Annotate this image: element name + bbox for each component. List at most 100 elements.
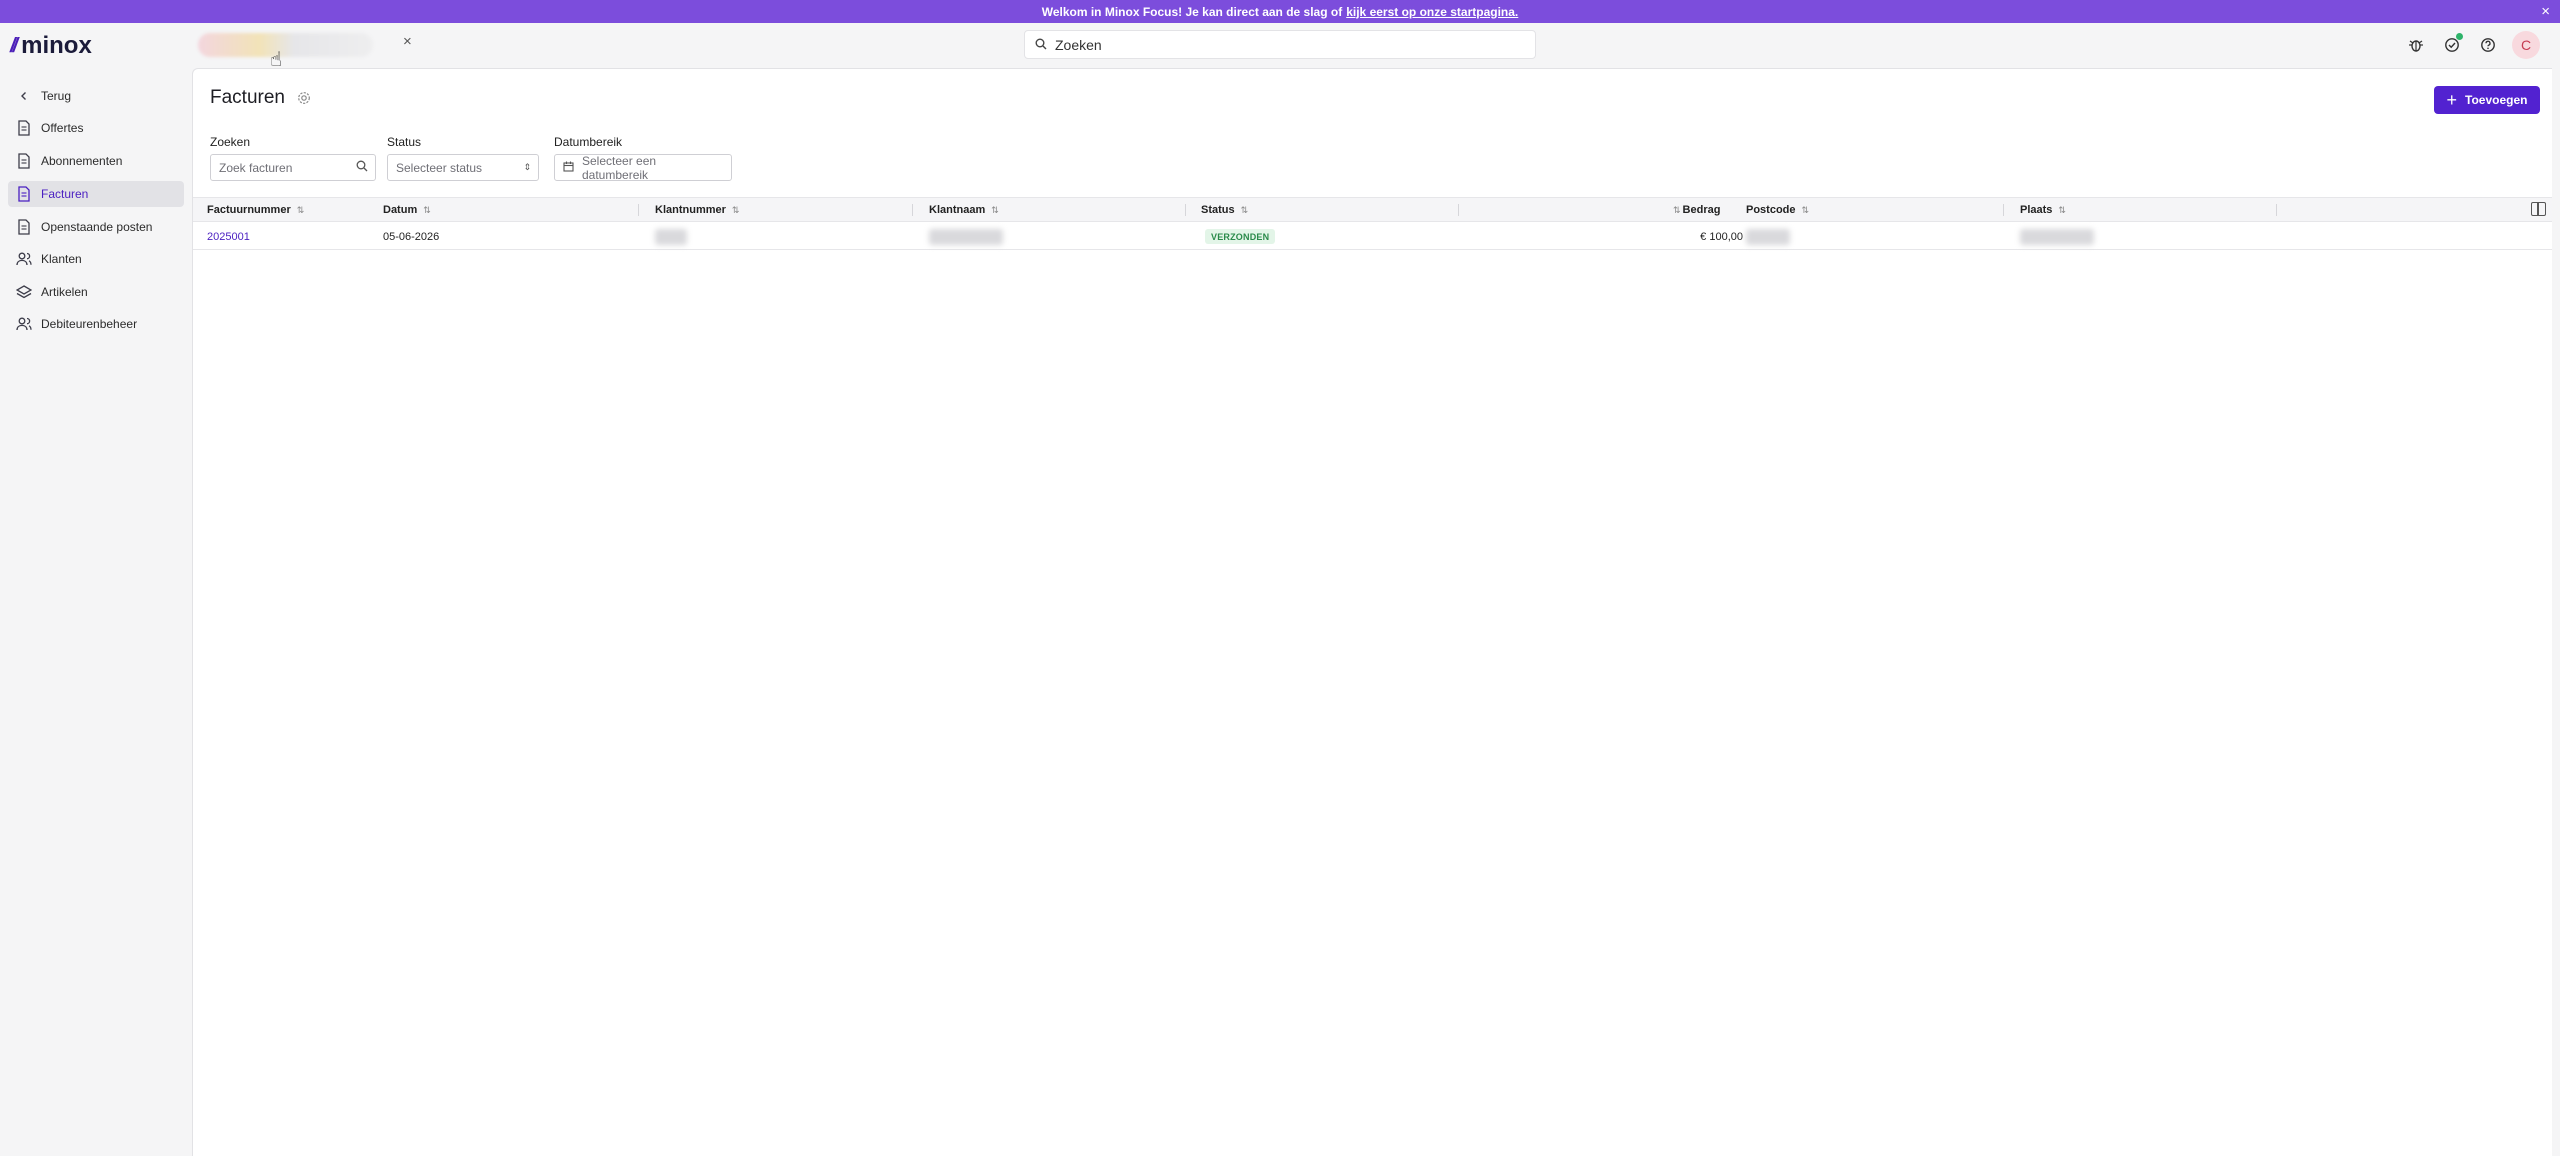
add-button-label: Toevoegen bbox=[2465, 93, 2528, 107]
column-header-klantnummer[interactable]: Klantnummer ⇅ bbox=[655, 204, 739, 216]
sidebar-item-abonnementen[interactable]: Abonnementen bbox=[8, 148, 184, 174]
column-header-factuurnummer[interactable]: Factuurnummer ⇅ bbox=[207, 204, 304, 216]
invoice-number-link[interactable]: 2025001 bbox=[207, 231, 250, 243]
search-icon bbox=[1035, 37, 1047, 53]
sidebar-item-facturen[interactable]: Facturen bbox=[8, 181, 184, 207]
column-label: Klantnummer bbox=[655, 204, 726, 216]
sidebar-item-label: Debiteurenbeheer bbox=[41, 317, 138, 331]
welcome-banner: Welkom in Minox Focus! Je kan direct aan… bbox=[0, 0, 2560, 23]
layers-icon bbox=[16, 284, 32, 300]
search-icon bbox=[356, 160, 368, 175]
status-select[interactable]: Selecteer status ⇕ bbox=[387, 154, 539, 181]
gear-icon[interactable] bbox=[297, 91, 311, 109]
add-invoice-button[interactable]: + Toevoegen bbox=[2434, 86, 2540, 114]
sort-desc-icon: ⇅ bbox=[296, 204, 305, 215]
column-header-postcode[interactable]: Postcode ⇅ bbox=[1746, 204, 1809, 216]
redacted-postcode bbox=[1746, 229, 1790, 245]
banner-close-icon[interactable]: × bbox=[2541, 3, 2550, 20]
redacted-customer-name bbox=[929, 229, 1003, 245]
help-icon[interactable] bbox=[2476, 33, 2500, 57]
calendar-icon bbox=[563, 161, 574, 175]
column-separator[interactable] bbox=[1185, 204, 1186, 216]
column-header-klantnaam[interactable]: Klantnaam ⇅ bbox=[929, 204, 999, 216]
sort-icon: ⇅ bbox=[1240, 204, 1249, 215]
sidebar-item-openstaande-posten[interactable]: Openstaande posten bbox=[8, 214, 184, 240]
column-label: Factuurnummer bbox=[207, 204, 291, 216]
date-range-placeholder: Selecteer een datumbereik bbox=[582, 153, 657, 182]
redacted-place bbox=[2020, 229, 2094, 245]
sidebar-item-klanten[interactable]: Klanten bbox=[8, 246, 184, 272]
company-close-icon[interactable]: × bbox=[403, 33, 412, 50]
users-icon bbox=[16, 316, 32, 332]
column-label: Datum bbox=[383, 204, 418, 216]
invoice-search-placeholder: Zoek facturen bbox=[219, 160, 293, 175]
logo-mark-icon: // bbox=[10, 34, 18, 57]
sidebar-item-debiteurenbeheer[interactable]: Debiteurenbeheer bbox=[8, 311, 184, 337]
top-actions: C bbox=[2404, 31, 2540, 59]
sidebar-item-label: Terug bbox=[41, 89, 72, 103]
column-header-bedrag[interactable]: Bedrag ⇅ bbox=[1673, 204, 1720, 216]
column-label: Klantnaam bbox=[929, 204, 986, 216]
table-row[interactable]: 2025001 05-06-2026 VERZONDEN € 100,00 bbox=[193, 223, 2552, 250]
global-search-placeholder: Zoeken bbox=[1055, 36, 1102, 53]
plus-icon: + bbox=[2446, 90, 2458, 110]
sidebar-item-label: Facturen bbox=[41, 187, 89, 201]
column-header-datum[interactable]: Datum ⇅ bbox=[383, 204, 431, 216]
page-title: Facturen bbox=[210, 87, 285, 108]
banner-startpage-link[interactable]: kijk eerst op onze startpagina. bbox=[1346, 5, 1518, 19]
sidebar-item-label: Klanten bbox=[41, 252, 82, 266]
chevron-left-icon bbox=[16, 88, 32, 104]
sidebar-item-offertes[interactable]: Offertes bbox=[8, 115, 184, 141]
sort-icon: ⇅ bbox=[731, 204, 740, 215]
document-icon bbox=[16, 120, 32, 136]
column-separator[interactable] bbox=[2276, 204, 2277, 216]
column-label: Bedrag bbox=[1682, 204, 1721, 216]
global-search-input[interactable]: Zoeken bbox=[1024, 30, 1536, 59]
sidebar-item-artikelen[interactable]: Artikelen bbox=[8, 279, 184, 305]
column-separator[interactable] bbox=[912, 204, 913, 216]
sort-icon: ⇅ bbox=[1673, 204, 1681, 215]
online-status-dot bbox=[2456, 33, 2463, 40]
sidebar: Terug Offertes Abonnementen Facturen Ope… bbox=[0, 68, 190, 1156]
document-icon bbox=[16, 186, 32, 202]
banner-text: Welkom in Minox Focus! Je kan direct aan… bbox=[1041, 4, 1343, 19]
document-icon bbox=[16, 219, 32, 235]
status-filter-label: Status bbox=[387, 135, 422, 149]
sidebar-item-label: Abonnementen bbox=[41, 154, 123, 168]
invoice-amount: € 100,00 bbox=[1700, 231, 1743, 243]
user-avatar[interactable]: C bbox=[2512, 31, 2540, 59]
invoice-search-input[interactable]: Zoek facturen bbox=[210, 154, 376, 181]
company-selector[interactable] bbox=[198, 33, 373, 57]
sort-icon: ⇅ bbox=[991, 204, 999, 215]
logo-text: minox bbox=[21, 32, 92, 59]
sidebar-item-label: Offertes bbox=[41, 121, 84, 135]
column-settings-icon[interactable] bbox=[2531, 202, 2546, 216]
column-separator[interactable] bbox=[1458, 204, 1459, 216]
date-range-picker[interactable]: Selecteer een datumbereik bbox=[554, 153, 732, 182]
sidebar-item-terug[interactable]: Terug bbox=[8, 83, 184, 109]
column-header-plaats[interactable]: Plaats ⇅ bbox=[2020, 204, 2066, 216]
bug-icon[interactable] bbox=[2404, 33, 2428, 57]
document-icon bbox=[16, 153, 32, 169]
sidebar-item-label: Openstaande posten bbox=[41, 220, 153, 234]
status-badge: VERZONDEN bbox=[1205, 229, 1276, 244]
sidebar-item-label: Artikelen bbox=[41, 285, 88, 299]
sort-icon: ⇅ bbox=[1801, 204, 1810, 215]
users-icon bbox=[16, 251, 32, 267]
minox-logo[interactable]: // minox bbox=[10, 32, 92, 60]
table-header: Factuurnummer ⇅ Datum ⇅ Klantnummer ⇅ Klant… bbox=[193, 197, 2552, 222]
search-filter-label: Zoeken bbox=[210, 135, 251, 149]
column-header-status[interactable]: Status ⇅ bbox=[1201, 204, 1248, 216]
top-bar: // minox × ☝ Zoeken C bbox=[0, 23, 2560, 71]
status-select-placeholder: Selecteer status bbox=[396, 160, 483, 175]
date-filter-label: Datumbereik bbox=[554, 135, 623, 149]
column-label: Status bbox=[1201, 204, 1235, 216]
sort-icon: ⇅ bbox=[2058, 204, 2066, 215]
column-separator[interactable] bbox=[638, 204, 639, 216]
column-separator[interactable] bbox=[2003, 204, 2004, 216]
column-label: Plaats bbox=[2020, 204, 2053, 216]
redacted-customer-number bbox=[655, 229, 687, 245]
invoice-date: 05-06-2026 bbox=[383, 231, 440, 243]
tasks-check-icon[interactable] bbox=[2440, 33, 2464, 57]
sort-icon: ⇅ bbox=[423, 204, 431, 215]
